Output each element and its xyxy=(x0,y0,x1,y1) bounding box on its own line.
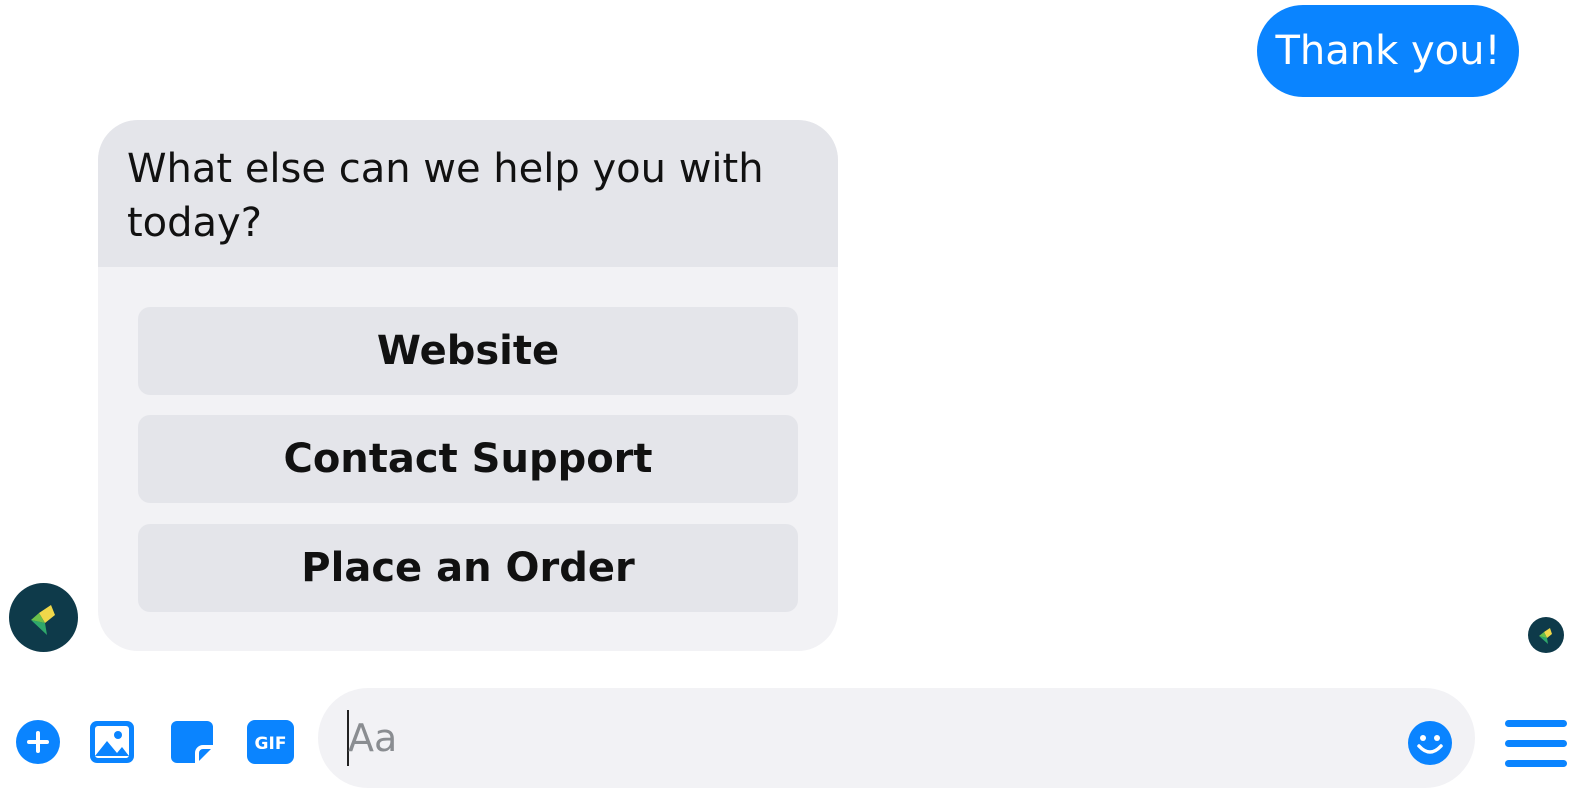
gif-icon[interactable]: GIF xyxy=(247,720,294,764)
quick-reply-contact-support[interactable]: Contact Support xyxy=(138,415,798,503)
bot-message-card: What else can we help you with today? We… xyxy=(98,120,838,651)
sent-message-bubble[interactable]: Thank you! xyxy=(1257,5,1519,97)
image-icon[interactable] xyxy=(90,721,134,763)
bot-message-text: What else can we help you with today? xyxy=(98,120,838,267)
sent-message-text: Thank you! xyxy=(1275,28,1501,74)
message-input[interactable] xyxy=(348,708,1348,768)
read-receipt-logo-icon xyxy=(1539,628,1552,644)
bot-avatar[interactable] xyxy=(9,583,78,652)
bot-logo-icon xyxy=(31,605,55,635)
emoji-icon[interactable] xyxy=(1408,721,1452,765)
read-receipt-avatar xyxy=(1528,617,1564,653)
menu-icon[interactable] xyxy=(1505,718,1567,770)
quick-reply-website[interactable]: Website xyxy=(138,307,798,395)
plus-icon[interactable] xyxy=(16,720,60,764)
gif-icon-label: GIF xyxy=(255,734,287,754)
quick-reply-place-order[interactable]: Place an Order xyxy=(138,524,798,612)
chat-window: Thank you! What else can we help you wit… xyxy=(0,0,1587,803)
message-composer[interactable] xyxy=(318,688,1475,788)
sticker-icon[interactable] xyxy=(171,721,213,763)
